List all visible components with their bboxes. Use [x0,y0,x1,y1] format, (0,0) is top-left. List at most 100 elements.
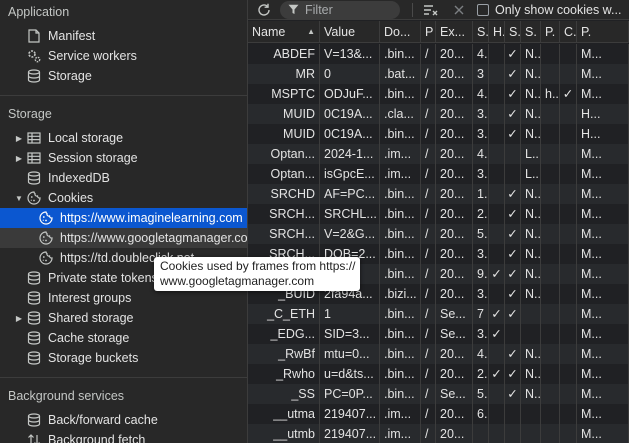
sidebar-item-shared-storage[interactable]: ▶ Shared storage [0,308,247,328]
cell-value: 2024-1... [320,144,380,164]
sidebar-item-indexeddb[interactable]: IndexedDB [0,168,247,188]
cell-expires: 20... [436,184,473,204]
table-row[interactable]: _C_ETH 1 .bin... / Se... 7 ✓ ✓ M... [248,304,629,324]
only-show-issues-checkbox[interactable]: Only show cookies w... [477,3,621,17]
column-header-priority[interactable]: P. [577,21,629,43]
cell-secure: ✓ [505,104,521,124]
clear-all-cookies-button[interactable] [449,0,469,20]
cell-httponly [489,224,505,244]
column-header-cross-site[interactable]: C. [560,21,577,43]
cell-priority: M... [577,364,629,384]
cell-size: 6... [473,404,489,424]
column-header-partition-key[interactable]: P. [541,21,560,43]
sidebar-item-service-workers[interactable]: Service workers [0,46,247,66]
sidebar-item-storage-overview[interactable]: Storage [0,66,247,86]
checkbox-box[interactable] [477,3,489,16]
column-header-secure[interactable]: S. [505,21,521,43]
cell-expires: 20... [436,164,473,184]
cell-expires: 20... [436,264,473,284]
cell-path: / [421,244,436,264]
cell-domain: .bin... [380,364,421,384]
cell-name: MSPTC [248,84,320,104]
sidebar-item-cookie-origin-imaginelearning[interactable]: https://www.imaginelearning.com [0,208,247,228]
cell-path: / [421,184,436,204]
table-row[interactable]: _SSPC=0P....bin.../Se...5... ✓N... M... [248,384,629,404]
cell-priority: M... [577,404,629,424]
cell-domain: .bin... [380,224,421,244]
sidebar-item-local-storage[interactable]: ▶ Local storage [0,128,247,148]
table-row[interactable]: SRCH...V=2&G....bin.../20...5... ✓N... M..… [248,224,629,244]
sidebar-item-label: Cookies [48,191,94,205]
table-row[interactable]: MR0.bat.../20...3 ✓N... M... [248,64,629,84]
cell-cross-site [560,284,577,304]
column-header-expires[interactable]: Ex... [436,21,473,43]
column-header-domain[interactable]: Do... [380,21,421,43]
cell-samesite: N... [521,264,541,284]
sort-ascending-icon: ▲ [307,27,315,36]
sidebar-item-back-forward-cache[interactable]: Back/forward cache [0,410,247,430]
refresh-icon [258,3,270,16]
column-header-httponly[interactable]: H. [489,21,505,43]
chevron-down-icon[interactable]: ▼ [14,194,24,203]
table-row[interactable]: ABDEFV=13&....bin.../20...4... ✓N... M... [248,44,629,64]
cell-domain: .bat... [380,64,421,84]
filter-input[interactable]: Filter [280,0,400,19]
cell-secure [505,424,521,443]
cell-priority: M... [577,44,629,64]
table-row[interactable]: Optan...2024-1....im.../20...4... L... M..… [248,144,629,164]
table-row[interactable]: _Rwhou=d&ts....bin.../20...2...✓✓N...M..… [248,364,629,384]
refresh-button[interactable] [248,0,280,20]
table-row[interactable]: Optan...isGpcE....im.../20...3... L... M..… [248,164,629,184]
clear-filtered-cookies-button[interactable] [421,0,441,20]
column-header-path[interactable]: P [421,21,436,43]
table-row[interactable]: SRCHDAF=PC....bin.../20...1... ✓N... M... [248,184,629,204]
cell-httponly [489,144,505,164]
cell-cross-site [560,244,577,264]
cell-value: mtu=0... [320,344,380,364]
chevron-right-icon[interactable]: ▶ [14,134,24,143]
sidebar-item-background-fetch[interactable]: Background fetch [0,430,247,443]
table-row[interactable]: MUID0C19A....bin.../20...3... ✓N... H... [248,124,629,144]
sidebar-item-session-storage[interactable]: ▶ Session storage [0,148,247,168]
column-header-value[interactable]: Value [320,21,380,43]
cell-priority: H... [577,104,629,124]
cell-httponly [489,284,505,304]
cell-partition-key [541,224,560,244]
table-row[interactable]: __utma219407....im.../20...6... M... [248,404,629,424]
cell-httponly [489,84,505,104]
cell-path: / [421,84,436,104]
clear-filter-icon [424,4,438,15]
cookie-icon [26,190,42,206]
table-row[interactable]: _RwBfmtu=0....bin.../20...4... ✓N... M... [248,344,629,364]
cell-partition-key: h... [541,84,560,104]
cell-name: _Rwho [248,364,320,384]
cell-expires: 20... [436,244,473,264]
table-row[interactable]: _EDG...SID=3....bin.../Se...3...✓ M... [248,324,629,344]
column-header-size[interactable]: S. [473,21,489,43]
cell-path: / [421,124,436,144]
chevron-right-icon[interactable]: ▶ [14,154,24,163]
cell-value: 0C19A... [320,104,380,124]
cell-value: V=13&... [320,44,380,64]
chevron-right-icon[interactable]: ▶ [14,314,24,323]
cell-size: 4... [473,84,489,104]
sidebar-item-cookies[interactable]: ▼ Cookies [0,188,247,208]
sidebar-item-manifest[interactable]: Manifest [0,26,247,46]
cell-domain: .bin... [380,204,421,224]
column-header-samesite[interactable]: S. [521,21,541,43]
sidebar-item-cookie-origin-googletagmanager[interactable]: https://www.googletagmanager.com [0,228,247,248]
column-header-name[interactable]: Name ▲ [248,21,320,43]
sidebar-item-storage-buckets[interactable]: Storage buckets [0,348,247,368]
sidebar-item-cache-storage[interactable]: Cache storage [0,328,247,348]
sidebar-item-label: Cache storage [48,331,130,345]
table-row[interactable]: SRCH...SRCHL....bin.../20...2... ✓N... M..… [248,204,629,224]
cell-cross-site [560,364,577,384]
sidebar-item-interest-groups[interactable]: Interest groups [0,288,247,308]
sidebar-item-label: Storage [48,69,92,83]
cell-value: 219407... [320,424,380,443]
table-row[interactable]: MUID0C19A....cla.../20...3... ✓N... H... [248,104,629,124]
cell-path: / [421,204,436,224]
table-row[interactable]: __utmb 219407... .im.../20... M... [248,424,629,443]
cell-samesite: N... [521,364,541,384]
table-row[interactable]: MSPTCODJuF....bin.../20...4...✓N...h...✓… [248,84,629,104]
